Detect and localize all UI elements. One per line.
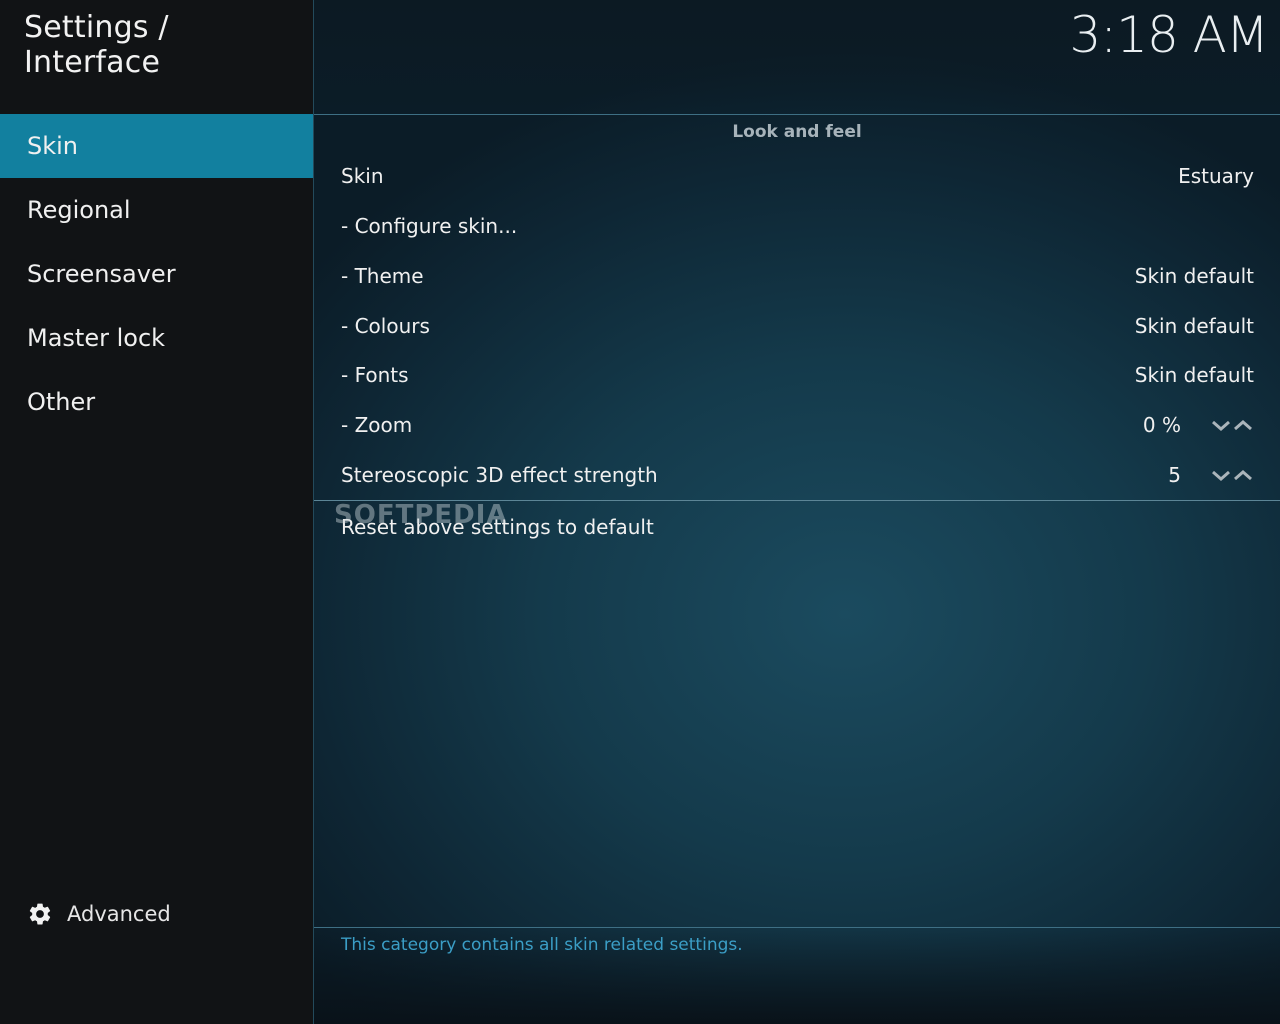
setting-value: 0 %	[1142, 413, 1181, 437]
setting-row-fonts[interactable]: - Fonts Skin default	[314, 350, 1280, 400]
section-title: Look and feel	[732, 122, 862, 142]
setting-value: Skin default	[1134, 264, 1254, 288]
setting-row-colours[interactable]: - Colours Skin default	[314, 301, 1280, 351]
setting-label: - Theme	[341, 264, 424, 288]
gear-icon	[29, 903, 51, 925]
setting-value: Estuary	[1178, 164, 1254, 188]
header-divider	[314, 114, 1280, 115]
setting-row-zoom[interactable]: - Zoom 0 %	[314, 400, 1280, 450]
setting-value: Skin default	[1134, 314, 1254, 338]
setting-value: 5	[1168, 463, 1181, 487]
sidebar-item-screensaver[interactable]: Screensaver	[0, 242, 313, 306]
chevron-down-icon[interactable]	[1210, 464, 1232, 486]
sidebar: Settings / Interface Skin Regional Scree…	[0, 0, 313, 1024]
reset-divider	[314, 500, 1280, 501]
kodi-settings-screen: Settings / Interface Skin Regional Scree…	[0, 0, 1280, 1024]
zoom-spinner	[1210, 414, 1254, 436]
sidebar-item-regional[interactable]: Regional	[0, 178, 313, 242]
reset-settings-button[interactable]: Reset above settings to default	[314, 502, 1280, 552]
clock: 3:18 AM	[1069, 6, 1269, 64]
strength-spinner	[1210, 464, 1254, 486]
setting-label: - Zoom	[341, 413, 413, 437]
chevron-down-icon[interactable]	[1210, 414, 1232, 436]
advanced-toggle-button[interactable]: Advanced	[27, 897, 171, 931]
sidebar-item-master-lock[interactable]: Master lock	[0, 306, 313, 370]
setting-label: Stereoscopic 3D effect strength	[341, 463, 658, 487]
setting-label: Skin	[341, 164, 384, 188]
advanced-label: Advanced	[67, 902, 171, 926]
category-list: Skin Regional Screensaver Master lock Ot…	[0, 114, 313, 434]
footer-divider	[314, 927, 1280, 928]
setting-label: - Colours	[341, 314, 430, 338]
sidebar-item-skin[interactable]: Skin	[0, 114, 313, 178]
category-description: This category contains all skin related …	[341, 935, 743, 955]
reset-label: Reset above settings to default	[341, 515, 654, 539]
setting-label: - Configure skin...	[341, 214, 518, 238]
setting-value: Skin default	[1134, 363, 1254, 387]
setting-label: - Fonts	[341, 363, 409, 387]
chevron-up-icon[interactable]	[1232, 414, 1254, 436]
page-title: Settings / Interface	[24, 10, 169, 80]
sidebar-item-other[interactable]: Other	[0, 370, 313, 434]
settings-panel: 3:18 AM Look and feel Skin Estuary - Con…	[313, 0, 1280, 1024]
setting-row-skin[interactable]: Skin Estuary	[314, 151, 1280, 201]
setting-row-stereoscopic-strength[interactable]: Stereoscopic 3D effect strength 5	[314, 450, 1280, 500]
setting-row-theme[interactable]: - Theme Skin default	[314, 251, 1280, 301]
chevron-up-icon[interactable]	[1232, 464, 1254, 486]
setting-row-configure-skin[interactable]: - Configure skin...	[314, 201, 1280, 251]
